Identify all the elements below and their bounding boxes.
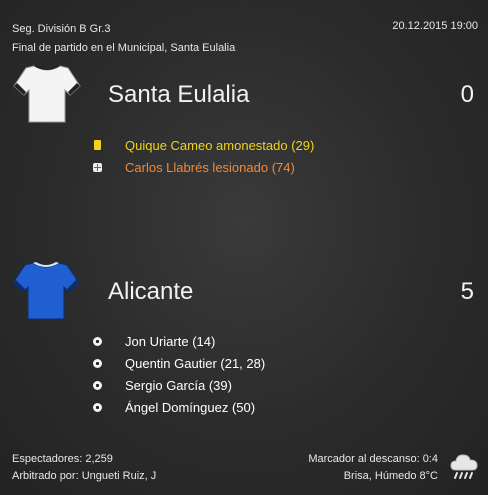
match-datetime: 20.12.2015 19:00 [392,20,478,32]
home-team-name[interactable]: Santa Eulalia [108,81,249,109]
scorer-text[interactable]: Ángel Domínguez (50) [125,400,255,415]
list-item: Quentin Gautier (21, 28) [91,352,265,374]
list-item: Quique Cameo amonestado (29) [91,134,314,156]
scorer-text[interactable]: Jon Uriarte (14) [125,334,215,349]
attendance-label: Espectadores: 2,259 [12,453,113,465]
list-item: Jon Uriarte (14) [91,330,265,352]
injury-icon [91,161,103,173]
weather-label: Brisa, Húmedo 8°C [343,470,438,482]
home-score: 0 [460,81,474,108]
match-summary: Final de partido en el Municipal, Santa … [12,42,236,54]
halftime-score: Marcador al descanso: 0:4 [308,453,438,465]
home-events-list: Quique Cameo amonestado (29) Carlos Llab… [91,134,314,178]
header-left: Seg. División B Gr.3 Final de partido en… [12,20,235,58]
blue-shirt-icon [11,259,81,323]
rain-cloud-icon [448,450,480,482]
yellow-card-icon [91,139,103,151]
referee-label[interactable]: Arbitrado por: Ungueti Ruiz, J [12,468,156,485]
event-text[interactable]: Carlos Llabrés lesionado (74) [125,160,295,175]
footer-left: Espectadores: 2,259 Arbitrado por: Ungue… [12,451,156,485]
scorer-text[interactable]: Sergio García (39) [125,378,232,393]
white-shirt-icon [12,62,82,126]
goal-ball-icon [91,357,103,369]
list-item: Carlos Llabrés lesionado (74) [91,156,314,178]
away-team-name[interactable]: Alicante [108,278,193,306]
goal-ball-icon [91,335,103,347]
goal-ball-icon [91,401,103,413]
list-item: Ángel Domínguez (50) [91,396,265,418]
list-item: Sergio García (39) [91,374,265,396]
away-events-list: Jon Uriarte (14) Quentin Gautier (21, 28… [91,330,265,418]
competition-label: Seg. División B Gr.3 [12,23,111,35]
scorer-text[interactable]: Quentin Gautier (21, 28) [125,356,265,371]
footer-right: Marcador al descanso: 0:4 Brisa, Húmedo … [308,451,438,485]
away-score: 5 [460,278,474,305]
event-text[interactable]: Quique Cameo amonestado (29) [125,138,314,153]
goal-ball-icon [91,379,103,391]
